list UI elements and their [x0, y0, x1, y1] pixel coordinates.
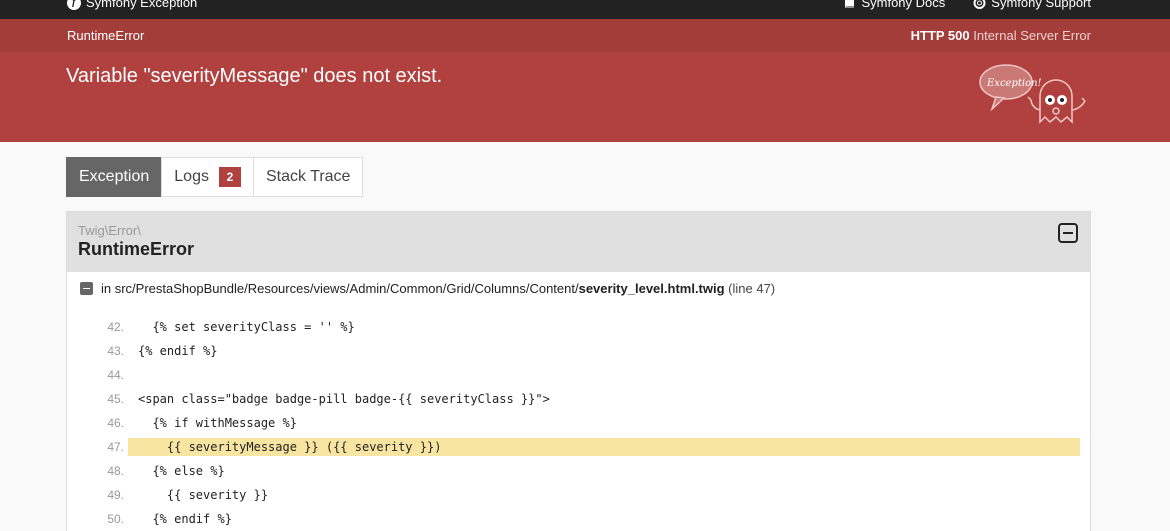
line-source: {% else %} [138, 464, 225, 478]
http-code: HTTP 500 [910, 28, 970, 43]
tab-stack-trace-label: Stack Trace [265, 168, 351, 185]
code-line: 46. {% if withMessage %} [99, 411, 1049, 435]
logs-count-badge: 2 [218, 167, 241, 187]
exception-namespace: Twig\Error\ [78, 223, 141, 238]
code-line: 45. <span class="badge badge-pill badge-{… [99, 387, 1049, 411]
line-number: 42. [107, 320, 124, 334]
tab-logs-label: Logs [174, 168, 209, 185]
file-path-prefix: in src/PrestaShopBundle/Resources/views/… [101, 281, 579, 296]
line-source: {% endif %} [138, 344, 218, 358]
tab-logs[interactable]: Logs 2 [161, 157, 254, 197]
book-icon [845, 0, 855, 8]
code-line: 44. [99, 363, 1049, 387]
tab-navigation: Exception Logs 2 Stack Trace [66, 157, 364, 197]
line-source: {{ severity }} [138, 488, 269, 502]
line-source: {% if withMessage %} [138, 416, 297, 430]
symfony-support-link[interactable]: Symfony Support [973, 0, 1091, 10]
line-source: <span class="badge badge-pill badge-{{ s… [138, 392, 550, 406]
file-name: severity_level.html.twig [578, 281, 725, 296]
code-line: 42. {% set severityClass = '' %} [99, 315, 1049, 339]
lifebuoy-icon [973, 0, 986, 9]
exception-ghost-icon: Exception! [979, 64, 1086, 124]
trace-file-location: in src/PrestaShopBundle/Resources/views/… [101, 281, 775, 296]
tab-exception[interactable]: Exception [66, 157, 163, 197]
line-info: (line 47) [728, 281, 776, 296]
exception-panel-title: RuntimeError [78, 239, 195, 259]
line-number: 45. [107, 392, 124, 406]
code-line: 50. {% endif %} [99, 507, 1049, 531]
line-source: {% set severityClass = '' %} [138, 320, 355, 334]
code-line: 49. {{ severity }} [99, 483, 1049, 507]
exception-status-band: RuntimeError HTTP 500 Internal Server Er… [0, 19, 1170, 52]
http-status-text: Internal Server Error [973, 28, 1091, 43]
line-number: 46. [107, 416, 124, 430]
line-number: 48. [107, 464, 124, 478]
exception-message: Variable "severityMessage" does not exis… [66, 65, 443, 87]
trace-file-line[interactable]: in src/PrestaShopBundle/Resources/views/… [80, 281, 775, 296]
http-status: HTTP 500 Internal Server Error [911, 28, 1091, 43]
support-label: Symfony Support [991, 0, 1091, 10]
line-source: {% endif %} [138, 512, 232, 526]
exception-panel-header[interactable]: Twig\Error\ RuntimeError [67, 212, 1090, 272]
symfony-docs-link[interactable]: Symfony Docs [843, 0, 945, 10]
exception-summary: RuntimeError HTTP 500 Internal Server Er… [0, 19, 1170, 142]
line-source: {{ severityMessage }} ({{ severity }}) [138, 440, 442, 454]
line-number: 50. [107, 512, 124, 526]
brand-label: Symfony Exception [86, 0, 198, 10]
docs-label: Symfony Docs [861, 0, 946, 10]
symfony-logo-icon: ƒ [67, 0, 81, 10]
exception-class: RuntimeError [67, 28, 145, 43]
collapse-icon[interactable] [1058, 223, 1078, 243]
code-excerpt: 42. {% set severityClass = '' %} 43. {% e… [99, 315, 1080, 531]
collapse-trace-icon[interactable] [80, 282, 93, 295]
top-bar: ƒ Symfony Exception Symfony Docs Symfony… [0, 0, 1170, 19]
line-number: 43. [107, 344, 124, 358]
tab-exception-label: Exception [79, 168, 150, 185]
code-line: 43. {% endif %} [99, 339, 1049, 363]
line-number: 49. [107, 488, 124, 502]
line-number: 44. [107, 368, 124, 382]
tab-stack-trace[interactable]: Stack Trace [252, 157, 364, 197]
svg-text:Exception!: Exception! [986, 78, 1042, 89]
symfony-brand[interactable]: ƒ Symfony Exception [67, 0, 197, 10]
code-line: 48. {% else %} [99, 459, 1049, 483]
code-line-highlighted: 47. {{ severityMessage }} ({{ severity }… [99, 435, 1080, 459]
line-number: 47. [107, 440, 124, 454]
exception-panel: Twig\Error\ RuntimeError in src/PrestaSh… [66, 211, 1091, 531]
